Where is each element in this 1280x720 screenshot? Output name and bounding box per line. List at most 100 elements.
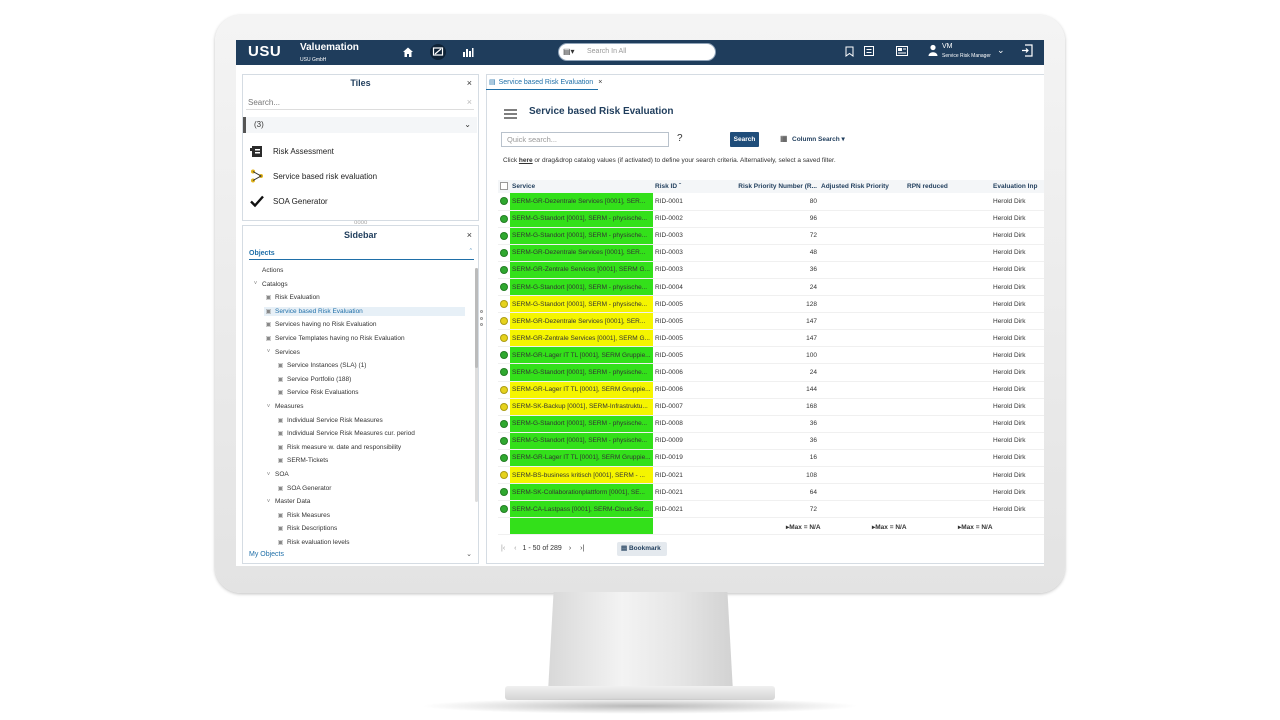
adjusted-risk-priority-cell[interactable] — [819, 244, 905, 262]
sidebar-close-icon[interactable]: × — [467, 230, 472, 240]
rpn-reduced-cell[interactable] — [905, 398, 991, 416]
user-avatar-icon[interactable] — [928, 44, 938, 59]
evaluation-input-cell[interactable]: Herold Dirk — [991, 381, 1044, 399]
expand-chevron-icon[interactable]: ˅ — [264, 402, 273, 411]
adjusted-risk-priority-cell[interactable] — [819, 346, 905, 365]
expand-chevron-icon[interactable]: ˅ — [264, 470, 273, 479]
evaluation-input-cell[interactable]: Herold Dirk — [991, 261, 1044, 279]
rpn-cell[interactable]: 168 — [733, 398, 819, 416]
rpn-cell[interactable]: 24 — [733, 278, 819, 297]
risk-id-cell[interactable]: RID-0021 — [653, 500, 733, 519]
dashboard-icon[interactable] — [430, 44, 446, 60]
tile-soa-generator[interactable]: SOA Generator — [249, 192, 328, 210]
rpn-reduced-cell[interactable] — [905, 227, 991, 245]
adjusted-risk-priority-cell[interactable] — [819, 483, 905, 502]
table-row[interactable]: SERM-GR-Lager IT TL [0001], SERM Gruppie… — [498, 449, 1044, 468]
rpn-reduced-cell[interactable] — [905, 381, 991, 399]
rpn-reduced-cell[interactable] — [905, 329, 991, 348]
service-cell[interactable]: SERM-GR-Lager IT TL [0001], SERM Gruppie… — [510, 381, 653, 399]
rpn-cell[interactable]: 36 — [733, 415, 819, 433]
risk-id-cell[interactable]: RID-0021 — [653, 483, 733, 502]
evaluation-input-cell[interactable]: Herold Dirk — [991, 244, 1044, 262]
evaluation-input-cell[interactable]: Herold Dirk — [991, 483, 1044, 502]
table-row[interactable]: SERM-BS-business kritisch [0001], SERM -… — [498, 466, 1044, 485]
sidebar-section-objects[interactable]: Objects — [249, 250, 275, 257]
sidebar-section-my-objects[interactable]: My Objects — [249, 551, 284, 558]
bookmark-button[interactable]: ▤ Bookmark — [617, 542, 667, 556]
service-cell[interactable]: SERM-G-Standort [0001], SERM - physische… — [510, 363, 653, 382]
tiles-search-input[interactable]: Search... — [246, 96, 474, 110]
table-row[interactable]: SERM-SK-Backup [0001], SERM-Infrastruktu… — [498, 398, 1044, 416]
table-row[interactable]: SERM-G-Standort [0001], SERM - physische… — [498, 210, 1044, 228]
rpn-reduced-cell[interactable] — [905, 363, 991, 382]
risk-id-cell[interactable]: RID-0003 — [653, 244, 733, 262]
adjusted-risk-priority-cell[interactable] — [819, 312, 905, 331]
splitter-handle-icon[interactable] — [480, 310, 484, 326]
search-button[interactable]: Search — [730, 132, 759, 147]
sidebar-tree-item[interactable]: ▣ Risk evaluation levels — [276, 538, 350, 547]
evaluation-input-cell[interactable]: Herold Dirk — [991, 278, 1044, 297]
service-cell[interactable]: SERM-BS-business kritisch [0001], SERM -… — [510, 466, 653, 485]
help-icon[interactable]: ? — [677, 133, 683, 144]
chevron-down-icon[interactable]: ⌄ — [466, 550, 472, 558]
rpn-cell[interactable]: 128 — [733, 295, 819, 314]
evaluation-input-cell[interactable]: Herold Dirk — [991, 312, 1044, 331]
adjusted-risk-priority-cell[interactable] — [819, 381, 905, 399]
rpn-reduced-cell[interactable] — [905, 432, 991, 450]
rpn-cell[interactable]: 100 — [733, 346, 819, 365]
sidebar-tree-item[interactable]: ▣ Individual Service Risk Measures cur. p… — [276, 429, 415, 438]
rpn-reduced-cell[interactable] — [905, 244, 991, 262]
rpn-cell[interactable]: 48 — [733, 244, 819, 262]
risk-id-cell[interactable]: RID-0001 — [653, 193, 733, 211]
risk-id-cell[interactable]: RID-0002 — [653, 210, 733, 228]
service-cell[interactable]: SERM-GR-Dezentrale Services [0001], SER.… — [510, 244, 653, 262]
table-row[interactable]: SERM-CA-Lastpass [0001], SERM-Cloud-Ser.… — [498, 500, 1044, 519]
col-evaluation-input[interactable]: Evaluation Inp — [991, 180, 1044, 193]
sidebar-scroll-thumb[interactable] — [475, 268, 478, 368]
sidebar-tree-item[interactable]: ▣ SERM-Tickets — [276, 456, 329, 465]
risk-id-cell[interactable]: RID-0005 — [653, 329, 733, 348]
risk-id-cell[interactable]: RID-0006 — [653, 363, 733, 382]
table-row[interactable]: SERM-G-Standort [0001], SERM - physische… — [498, 432, 1044, 450]
adjusted-risk-priority-cell[interactable] — [819, 261, 905, 279]
tab-close-icon[interactable]: × — [598, 79, 602, 86]
risk-id-cell[interactable]: RID-0003 — [653, 227, 733, 245]
evaluation-input-cell[interactable]: Herold Dirk — [991, 500, 1044, 519]
next-page-icon[interactable]: › — [569, 545, 571, 552]
sidebar-tree-item[interactable]: ▣ Service Templates having no Risk Evalua… — [264, 334, 405, 343]
sidebar-tree-item[interactable]: ˅ Services — [264, 348, 300, 357]
table-row[interactable]: SERM-G-Standort [0001], SERM - physische… — [498, 227, 1044, 245]
adjusted-risk-priority-cell[interactable] — [819, 193, 905, 211]
service-cell[interactable]: SERM-G-Standort [0001], SERM - physische… — [510, 278, 653, 297]
rpn-cell[interactable]: 64 — [733, 483, 819, 502]
risk-id-cell[interactable]: RID-0006 — [653, 381, 733, 399]
sidebar-tree-item[interactable]: ˅ Catalogs — [251, 280, 288, 289]
evaluation-input-cell[interactable]: Herold Dirk — [991, 398, 1044, 416]
evaluation-input-cell[interactable]: Herold Dirk — [991, 346, 1044, 365]
sidebar-tree-item[interactable]: ▣ Service Instances (SLA) (1) — [276, 361, 367, 370]
tiles-close-icon[interactable]: × — [467, 78, 472, 88]
service-cell[interactable]: SERM-GR-Zentrale Services [0001], SERM G… — [510, 329, 653, 348]
col-rpn[interactable]: Risk Priority Number (R... — [733, 180, 819, 193]
select-all-checkbox[interactable] — [498, 180, 510, 193]
sidebar-tree-item[interactable]: ▣ Service based Risk Evaluation — [264, 306, 465, 316]
rpn-reduced-cell[interactable] — [905, 449, 991, 468]
service-cell[interactable]: SERM-GR-Zentrale Services [0001], SERM G… — [510, 261, 653, 279]
sidebar-tree-item[interactable]: ▣ Risk Measures — [276, 511, 330, 520]
sidebar-tree-item[interactable]: ˅ SOA — [264, 470, 289, 479]
hamburger-menu-icon[interactable] — [504, 106, 517, 119]
service-cell[interactable]: SERM-SK-Backup [0001], SERM-Infrastruktu… — [510, 398, 653, 416]
risk-id-cell[interactable]: RID-0021 — [653, 466, 733, 485]
col-service[interactable]: Service — [510, 180, 653, 193]
rpn-reduced-cell[interactable] — [905, 500, 991, 519]
rpn-reduced-cell[interactable] — [905, 312, 991, 331]
service-cell[interactable]: SERM-GR-Lager IT TL [0001], SERM Gruppie… — [510, 449, 653, 468]
adjusted-risk-priority-cell[interactable] — [819, 500, 905, 519]
service-cell[interactable]: SERM-GR-Lager IT TL [0001], SERM Gruppie… — [510, 346, 653, 365]
service-cell[interactable]: SERM-G-Standort [0001], SERM - physische… — [510, 415, 653, 433]
sidebar-tree-item[interactable]: ▣ Risk Evaluation — [264, 293, 320, 302]
tile-service-based-risk-evaluation[interactable]: Service based risk evaluation — [249, 167, 377, 185]
last-page-icon[interactable]: ›| — [580, 545, 584, 552]
rpn-reduced-cell[interactable] — [905, 278, 991, 297]
table-row[interactable]: SERM-G-Standort [0001], SERM - physische… — [498, 415, 1044, 433]
